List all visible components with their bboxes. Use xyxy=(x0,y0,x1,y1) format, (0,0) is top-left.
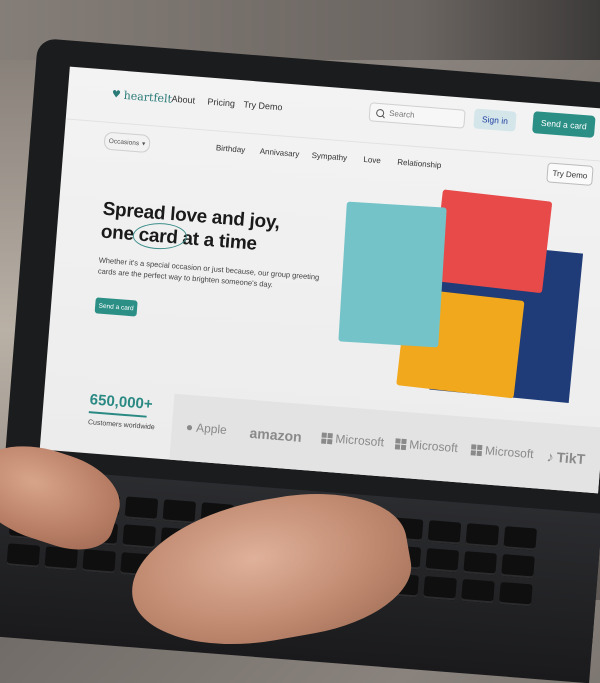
customers-count: 650,000+ xyxy=(89,391,154,414)
card-red xyxy=(432,189,553,294)
try-demo-button[interactable]: Try Demo xyxy=(546,162,594,186)
hero-description: Whether it's a special occasion or just … xyxy=(97,255,320,290)
logo[interactable]: ♥ heartfelt xyxy=(111,88,172,106)
tiktok-icon: ♪ xyxy=(546,448,555,465)
apple-icon: ● xyxy=(185,419,194,435)
chevron-down-icon: ▾ xyxy=(141,140,146,148)
brand-microsoft-3: Microsoft xyxy=(470,442,534,461)
nav-link-about[interactable]: About xyxy=(171,94,195,106)
brand-amazon: amazon xyxy=(249,424,303,445)
search-placeholder: Search xyxy=(388,108,415,120)
customers-label: Customers worldwide xyxy=(87,419,155,432)
brand-tiktok: ♪ TikT xyxy=(546,448,586,468)
microsoft-icon xyxy=(394,437,407,450)
brand-microsoft-1: Microsoft xyxy=(321,430,385,449)
nav-link-try-demo[interactable]: Try Demo xyxy=(243,99,283,112)
subnav-love[interactable]: Love xyxy=(363,155,381,165)
heart-icon: ♥ xyxy=(111,88,122,101)
nav-link-pricing[interactable]: Pricing xyxy=(207,97,235,109)
logo-text: heartfelt xyxy=(123,88,173,106)
microsoft-icon xyxy=(470,443,483,456)
occasions-dropdown[interactable]: Occasions ▾ xyxy=(103,131,151,154)
brand-apple: ● Apple xyxy=(185,419,228,437)
brand-logos-strip: ● Apple amazon Microsoft Microsoft Micro… xyxy=(169,393,600,494)
browser-screen: ♥ heartfelt About Pricing Try Demo Searc… xyxy=(39,66,600,494)
subnav-relationship[interactable]: Relationship xyxy=(397,158,442,170)
subnav-birthday[interactable]: Birthday xyxy=(216,143,246,154)
highlighted-word: card xyxy=(137,224,179,249)
sign-in-button[interactable]: Sign in xyxy=(473,108,517,132)
search-input[interactable]: Search xyxy=(368,102,466,129)
card-teal xyxy=(338,201,447,348)
hero-heading: Spread love and joy, one card at a time xyxy=(100,198,343,263)
occasions-label: Occasions xyxy=(108,137,140,147)
stat-underline xyxy=(88,411,147,418)
search-icon xyxy=(375,108,385,117)
subnav-sympathy[interactable]: Sympathy xyxy=(311,151,347,163)
brand-microsoft-2: Microsoft xyxy=(394,436,458,455)
send-card-hero-button[interactable]: Send a card xyxy=(94,297,138,317)
microsoft-icon xyxy=(321,431,333,444)
subnav-anniversary[interactable]: Annivasary xyxy=(259,147,299,159)
send-card-nav-button[interactable]: Send a card xyxy=(532,111,596,138)
